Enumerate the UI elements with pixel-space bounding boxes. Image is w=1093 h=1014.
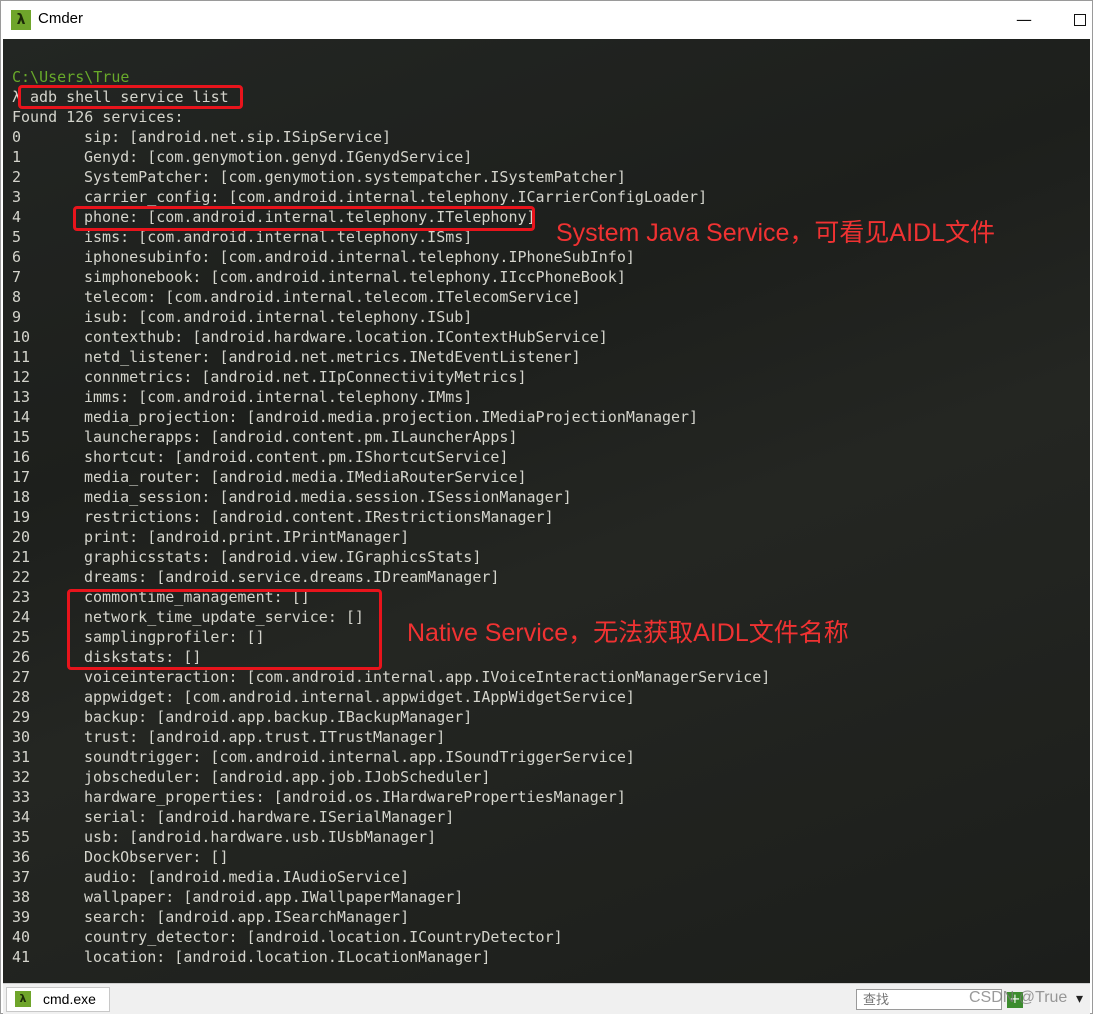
command-highlight-box [18,85,243,109]
tab-label: cmd.exe [43,991,96,1007]
service-entry: connmetrics: [android.net.IIpConnectivit… [84,368,527,386]
service-index: 8 [12,288,22,306]
tab-cmd-exe[interactable]: λ cmd.exe [6,987,110,1012]
service-entry: contexthub: [android.hardware.location.I… [84,328,608,346]
service-entry: simphonebook: [com.android.internal.tele… [84,268,626,286]
service-index: 6 [12,248,22,266]
service-entry: shortcut: [android.content.pm.IShortcutS… [84,448,509,466]
service-index: 22 [12,568,31,586]
service-entry: launcherapps: [android.content.pm.ILaunc… [84,428,518,446]
service-index: 40 [12,928,31,946]
service-index: 3 [12,188,22,206]
service-index: 24 [12,608,31,626]
status-bar: λ cmd.exe + CSDN @True ▾ [3,983,1090,1014]
service-entry: media_projection: [android.media.project… [84,408,699,426]
maximize-icon [1074,14,1086,26]
maximize-button[interactable] [1069,9,1091,31]
service-index: 18 [12,488,31,506]
service-entry: restrictions: [android.content.IRestrict… [84,508,554,526]
service-entry: serial: [android.hardware.ISerialManager… [84,808,455,826]
service-entry: audio: [android.media.IAudioService] [84,868,410,886]
service-index: 38 [12,888,31,906]
service-entry: appwidget: [com.android.internal.appwidg… [84,688,635,706]
service-entry: print: [android.print.IPrintManager] [84,528,410,546]
native-service-annotation: Native Service，无法获取AIDL文件名称 [407,619,849,647]
service-index: 11 [12,348,31,366]
console-output[interactable]: C:\Users\True λ adb shell service list F… [3,39,1090,983]
service-index: 32 [12,768,31,786]
service-entry: usb: [android.hardware.usb.IUsbManager] [84,828,437,846]
service-index: 21 [12,548,31,566]
service-index: 9 [12,308,22,326]
minimize-button[interactable]: — [1013,9,1035,31]
service-entry: trust: [android.app.trust.ITrustManager] [84,728,446,746]
service-index: 33 [12,788,31,806]
service-index: 36 [12,848,31,866]
service-entry: hardware_properties: [android.os.IHardwa… [84,788,626,806]
service-entry: graphicsstats: [android.view.IGraphicsSt… [84,548,482,566]
service-entry: soundtrigger: [com.android.internal.app.… [84,748,635,766]
cmder-window: λ Cmder — C:\Users\True λ adb shell serv… [0,0,1093,1014]
service-index: 1 [12,148,22,166]
dropdown-arrow-icon[interactable]: ▾ [1076,989,1083,1009]
service-entry: media_router: [android.media.IMediaRoute… [84,468,527,486]
service-index: 27 [12,668,31,686]
service-entry: jobscheduler: [android.app.job.IJobSched… [84,768,491,786]
service-index: 15 [12,428,31,446]
cmder-lambda-icon: λ [15,991,31,1007]
service-index: 7 [12,268,22,286]
service-entry: country_detector: [android.location.ICou… [84,928,563,946]
service-index: 26 [12,648,31,666]
service-index: 5 [12,228,22,246]
service-entry: dreams: [android.service.dreams.IDreamMa… [84,568,500,586]
service-index: 30 [12,728,31,746]
service-entry: voiceinteraction: [com.android.internal.… [84,668,771,686]
found-services-line: Found 126 services: [12,108,184,126]
service-index: 41 [12,948,31,966]
service-index: 17 [12,468,31,486]
service-index: 23 [12,588,31,606]
service-entry: netd_listener: [android.net.metrics.INet… [84,348,581,366]
service-entry: isms: [com.android.internal.telephony.IS… [84,228,473,246]
window-title: Cmder [38,10,84,27]
service-index: 13 [12,388,31,406]
service-entry: backup: [android.app.backup.IBackupManag… [84,708,473,726]
service-index: 4 [12,208,22,226]
service-index: 25 [12,628,31,646]
service-entry: sip: [android.net.sip.ISipService] [84,128,392,146]
service-index: 2 [12,168,22,186]
service-entry: iphonesubinfo: [com.android.internal.tel… [84,248,635,266]
service-entry: imms: [com.android.internal.telephony.IM… [84,388,473,406]
service-index: 19 [12,508,31,526]
service-index: 0 [12,128,22,146]
service-entry: wallpaper: [android.app.IWallpaperManage… [84,888,464,906]
service-entry: media_session: [android.media.session.IS… [84,488,572,506]
service-index: 12 [12,368,31,386]
title-bar[interactable]: λ Cmder — [1,1,1092,39]
service-index: 37 [12,868,31,886]
cmder-lambda-icon: λ [11,10,31,30]
service-entry: SystemPatcher: [com.genymotion.systempat… [84,168,626,186]
service-index: 10 [12,328,31,346]
service-index: 35 [12,828,31,846]
service-index: 39 [12,908,31,926]
service-entry: location: [android.location.ILocationMan… [84,948,491,966]
service-index: 31 [12,748,31,766]
service-entry: DockObserver: [] [84,848,229,866]
service-index: 28 [12,688,31,706]
java-service-annotation: System Java Service，可看见AIDL文件 [556,219,995,247]
java-service-highlight-box [73,206,535,231]
service-index: 16 [12,448,31,466]
service-index: 29 [12,708,31,726]
service-entry: telecom: [com.android.internal.telecom.I… [84,288,581,306]
csdn-watermark: CSDN @True [969,989,1068,1006]
service-entry: search: [android.app.ISearchManager] [84,908,410,926]
service-entry: isub: [com.android.internal.telephony.IS… [84,308,473,326]
service-index: 20 [12,528,31,546]
service-entry: Genyd: [com.genymotion.genyd.IGenydServi… [84,148,473,166]
service-index: 14 [12,408,31,426]
native-service-highlight-box [67,589,382,670]
service-entry: carrier_config: [com.android.internal.te… [84,188,708,206]
service-index: 34 [12,808,31,826]
